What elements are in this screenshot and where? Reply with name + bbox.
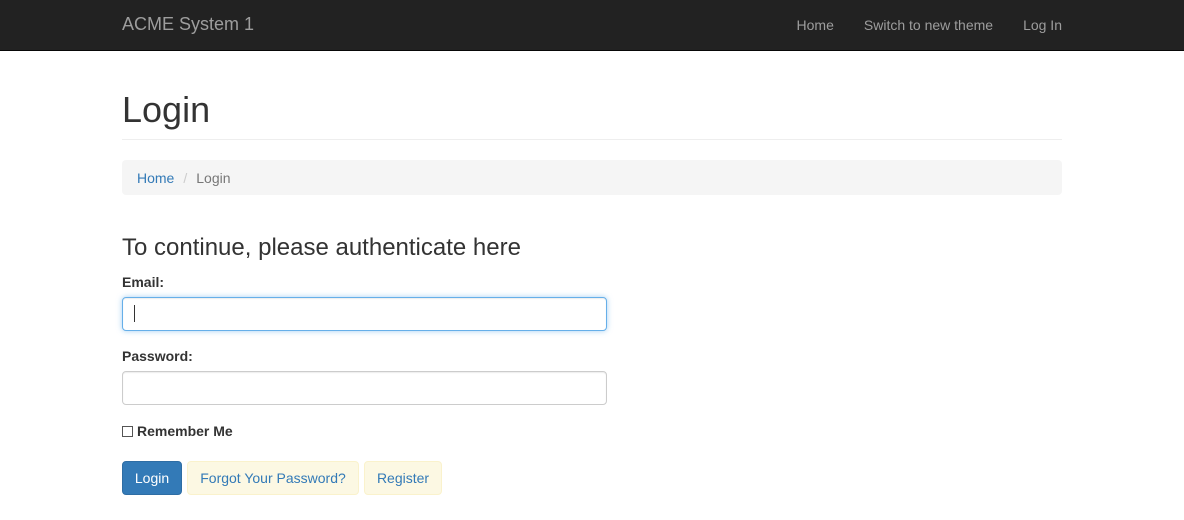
breadcrumb-home-link[interactable]: Home bbox=[137, 170, 174, 186]
register-button[interactable]: Register bbox=[364, 461, 442, 495]
nav-item-home[interactable]: Home bbox=[797, 17, 834, 33]
login-button[interactable]: Login bbox=[122, 461, 182, 495]
page-title: Login bbox=[122, 89, 211, 130]
form-heading: To continue, please authenticate here bbox=[122, 234, 521, 261]
password-field[interactable] bbox=[122, 371, 607, 405]
breadcrumb-current: Login bbox=[196, 169, 231, 186]
email-field[interactable] bbox=[122, 297, 607, 331]
breadcrumb-separator: / bbox=[183, 169, 188, 186]
remember-me-label: Remember Me bbox=[137, 423, 233, 439]
email-label: Email: bbox=[122, 274, 165, 290]
brand-link[interactable]: ACME System 1 bbox=[122, 14, 254, 35]
remember-me-row[interactable]: Remember Me bbox=[122, 423, 233, 439]
title-divider bbox=[122, 139, 1062, 140]
nav-item-switch-theme[interactable]: Switch to new theme bbox=[864, 17, 993, 33]
remember-me-checkbox[interactable] bbox=[122, 425, 133, 437]
breadcrumb: Home / Login bbox=[122, 160, 1062, 195]
text-caret bbox=[134, 305, 135, 322]
password-label: Password: bbox=[122, 348, 193, 364]
forgot-password-button[interactable]: Forgot Your Password? bbox=[187, 461, 359, 495]
nav-item-login[interactable]: Log In bbox=[1023, 17, 1062, 33]
top-navbar: ACME System 1 Home Switch to new theme L… bbox=[0, 0, 1184, 51]
nav-menu: Home Switch to new theme Log In bbox=[767, 17, 1062, 33]
